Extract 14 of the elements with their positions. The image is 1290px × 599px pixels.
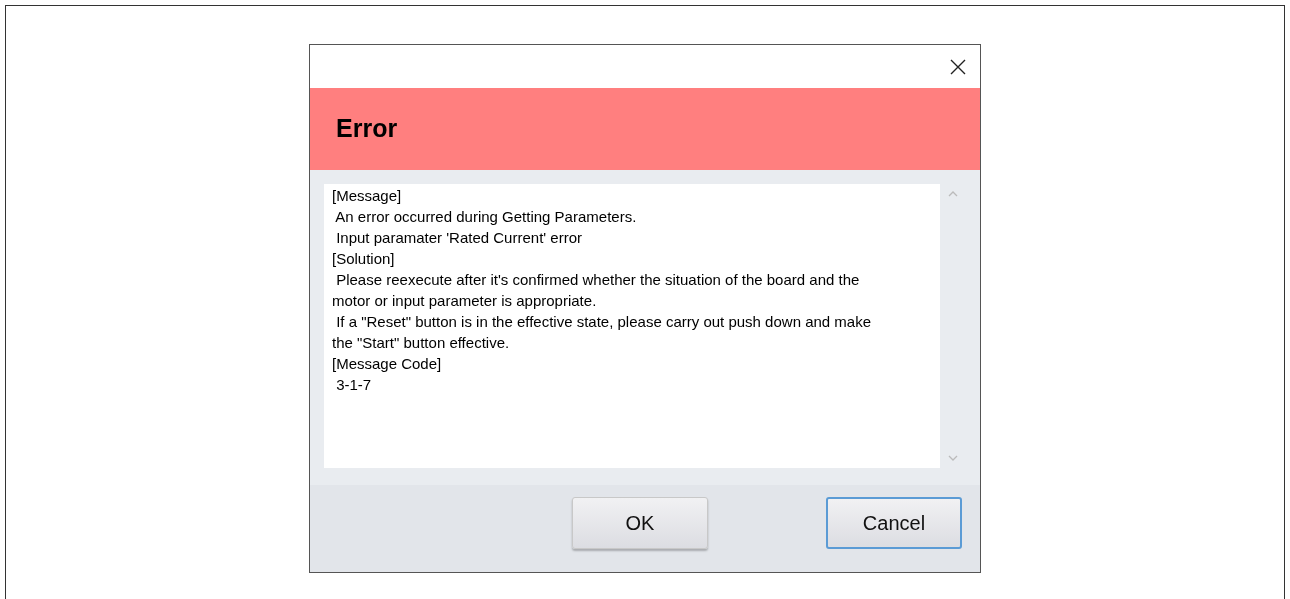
message-line: the "Start" button effective.: [332, 333, 510, 353]
message-line: Input paramater 'Rated Current' error: [335, 228, 582, 248]
message-line: An error occurred during Getting Parameters.: [334, 207, 637, 227]
message-line: If a "Reset" button is in the effective state, please carry out push down and make: [335, 312, 871, 332]
dialog-title: Error: [336, 113, 398, 145]
message-line: [Message Code]: [332, 354, 442, 374]
dialog-button[interactable]: OK: [572, 497, 708, 549]
dialog-button[interactable]: Cancel: [826, 497, 962, 549]
message-line: motor or input parameter is appropriate.: [332, 291, 597, 311]
message-line: 3-1-7: [335, 375, 372, 395]
message-line: [Message]: [332, 186, 402, 206]
message-line: [Solution]: [332, 249, 395, 269]
close-icon: [950, 58, 966, 75]
message-line: Please reexecute after it's confirmed whether the situation of the board and the: [335, 270, 860, 290]
